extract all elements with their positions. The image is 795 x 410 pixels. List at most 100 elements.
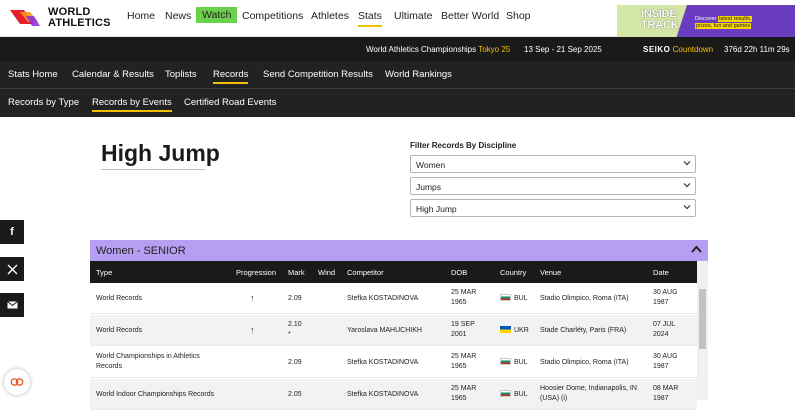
- nav-watch[interactable]: Watch: [196, 7, 238, 23]
- championship-countdown-bar[interactable]: World Athletics Championships Tokyo 25 1…: [0, 37, 795, 61]
- filter-label: Filter Records By Discipline: [410, 141, 517, 150]
- table-row[interactable]: World Records ↑ 2.09 Stefka KOSTADINOVA …: [90, 283, 697, 314]
- cell-dob: 25 MAR 1965: [451, 353, 477, 370]
- x-icon: [7, 264, 17, 274]
- promo-text-prefix: Discover: [695, 16, 717, 22]
- page-title: High Jump: [101, 140, 220, 170]
- chevron-down-icon: [683, 161, 691, 166]
- inside-track-promo-banner[interactable]: INSIDE TRACK Discover latest results, pr…: [617, 5, 795, 37]
- col-mark: Mark: [288, 268, 305, 277]
- records-section-header[interactable]: Women - SENIOR: [90, 240, 708, 261]
- gender-select[interactable]: Women: [410, 155, 696, 173]
- cell-dob: 25 MAR 1965: [451, 385, 477, 402]
- cell-date: 07 JUL 2024: [653, 321, 676, 338]
- progression-arrow-icon[interactable]: ↑: [250, 325, 255, 335]
- seiko-logo: SEIKO: [643, 45, 671, 54]
- cell-mark: 2.10 *: [288, 321, 302, 338]
- nav-news[interactable]: News: [165, 10, 191, 22]
- table-row[interactable]: World Records ↑ 2.10 * Yaroslava MAHUCHIK…: [90, 315, 697, 346]
- col-date: Date: [653, 268, 669, 277]
- table-row[interactable]: World Championships in Athletics Records …: [90, 347, 697, 378]
- nav-athletes[interactable]: Athletes: [311, 10, 349, 22]
- cell-country: BUL: [500, 294, 528, 304]
- subnav-records-by-events[interactable]: Records by Events: [92, 97, 172, 112]
- cell-date: 30 AUG 1987: [653, 353, 678, 370]
- ukraine-flag-icon: [500, 326, 511, 333]
- stats-nav-toplists[interactable]: Toplists: [165, 69, 197, 80]
- col-wind: Wind: [318, 268, 336, 277]
- cell-venue: Stadio Olimpico, Roma (ITA): [540, 359, 629, 366]
- championship-name: World Athletics Championships Tokyo 25: [366, 45, 510, 54]
- cell-type: World Records: [96, 327, 143, 334]
- table-header-row: Type Progression Mark Wind Competitor DO…: [90, 261, 697, 283]
- col-venue: Venue: [540, 268, 562, 277]
- nav-stats[interactable]: Stats: [358, 10, 382, 27]
- subnav-records-by-type[interactable]: Records by Type: [8, 97, 79, 108]
- chevron-up-icon[interactable]: [691, 245, 702, 254]
- subnav-certified-road-events[interactable]: Certified Road Events: [184, 97, 276, 108]
- stats-nav-records[interactable]: Records: [213, 69, 249, 84]
- cell-date: 08 MAR 1987: [653, 385, 679, 402]
- chat-icon: [10, 378, 24, 386]
- cell-mark: 2.05: [288, 391, 302, 398]
- chevron-down-icon: [683, 183, 691, 188]
- cell-competitor[interactable]: Yaroslava MAHUCHIKH: [347, 326, 422, 336]
- col-dob: DOB: [451, 268, 468, 277]
- stats-nav-send-results[interactable]: Send Competition Results: [263, 69, 373, 80]
- promo-title-line2: TRACK: [641, 19, 679, 31]
- col-progression: Progression: [236, 268, 277, 277]
- email-share-button[interactable]: [0, 293, 24, 317]
- cell-country: BUL: [500, 390, 528, 400]
- stats-nav-world-rankings[interactable]: World Rankings: [385, 69, 452, 80]
- stats-navigation: Stats Home Calendar & Results Toplists R…: [0, 61, 795, 89]
- bulgaria-flag-icon: [500, 358, 511, 365]
- nav-shop[interactable]: Shop: [506, 10, 531, 22]
- cell-date: 30 AUG 1987: [653, 289, 678, 306]
- nav-better-world[interactable]: Better World: [441, 10, 499, 22]
- stats-nav-home[interactable]: Stats Home: [8, 69, 58, 80]
- promo-text-highlight1: latest results,: [717, 16, 753, 22]
- progression-arrow-icon[interactable]: ↑: [250, 293, 255, 303]
- stats-nav-calendar-results[interactable]: Calendar & Results: [72, 69, 154, 80]
- cell-competitor[interactable]: Stefka KOSTADINOVA: [347, 358, 418, 368]
- records-sub-navigation: Records by Type Records by Events Certif…: [0, 89, 795, 117]
- nav-competitions[interactable]: Competitions: [242, 10, 303, 22]
- top-navigation: WORLD ATHLETICS Home News Watch Competit…: [0, 0, 795, 37]
- section-title: Women - SENIOR: [96, 245, 186, 257]
- chat-widget-button[interactable]: [4, 369, 30, 395]
- cell-dob: 25 MAR 1965: [451, 289, 477, 306]
- cell-venue: Stadio Olimpico, Roma (ITA): [540, 295, 629, 302]
- countdown-text: Countdown: [672, 45, 714, 54]
- cell-competitor[interactable]: Stefka KOSTADINOVA: [347, 294, 418, 304]
- facebook-share-button[interactable]: f: [0, 220, 24, 244]
- countdown-timer: 376d 22h 11m 29s: [724, 45, 790, 54]
- col-type: Type: [96, 268, 113, 277]
- cell-mark: 2.09: [288, 359, 302, 366]
- table-scrollbar[interactable]: [697, 261, 708, 400]
- event-select[interactable]: High Jump: [410, 199, 696, 217]
- cell-type: World Indoor Championships Records: [96, 391, 215, 398]
- gender-select-value: Women: [416, 160, 446, 170]
- championship-event: World Athletics Championships: [366, 45, 477, 54]
- promo-text-highlight2: prizes, fun and games: [695, 23, 752, 29]
- discipline-group-select[interactable]: Jumps: [410, 177, 696, 195]
- chevron-down-icon: [683, 205, 691, 210]
- col-country: Country: [500, 268, 527, 277]
- event-select-value: High Jump: [416, 204, 457, 214]
- cell-venue: Hoosier Dome, Indianapolis, IN (USA) (i): [540, 385, 637, 402]
- cell-country: BUL: [500, 358, 528, 368]
- logo-mark-icon: [10, 10, 40, 26]
- x-share-button[interactable]: [0, 257, 24, 281]
- nav-home[interactable]: Home: [127, 10, 155, 22]
- col-competitor: Competitor: [347, 268, 384, 277]
- cell-competitor[interactable]: Stefka KOSTADINOVA: [347, 390, 418, 400]
- nav-ultimate[interactable]: Ultimate: [394, 10, 433, 22]
- scrollbar-thumb[interactable]: [699, 289, 706, 349]
- world-athletics-logo[interactable]: WORLD ATHLETICS: [8, 4, 116, 32]
- championship-dates: 13 Sep - 21 Sep 2025: [524, 45, 602, 54]
- table-row[interactable]: World Indoor Championships Records 2.05 …: [90, 379, 697, 410]
- bulgaria-flag-icon: [500, 294, 511, 301]
- bulgaria-flag-icon: [500, 390, 511, 397]
- group-select-value: Jumps: [416, 182, 442, 192]
- cell-type: World Records: [96, 295, 143, 302]
